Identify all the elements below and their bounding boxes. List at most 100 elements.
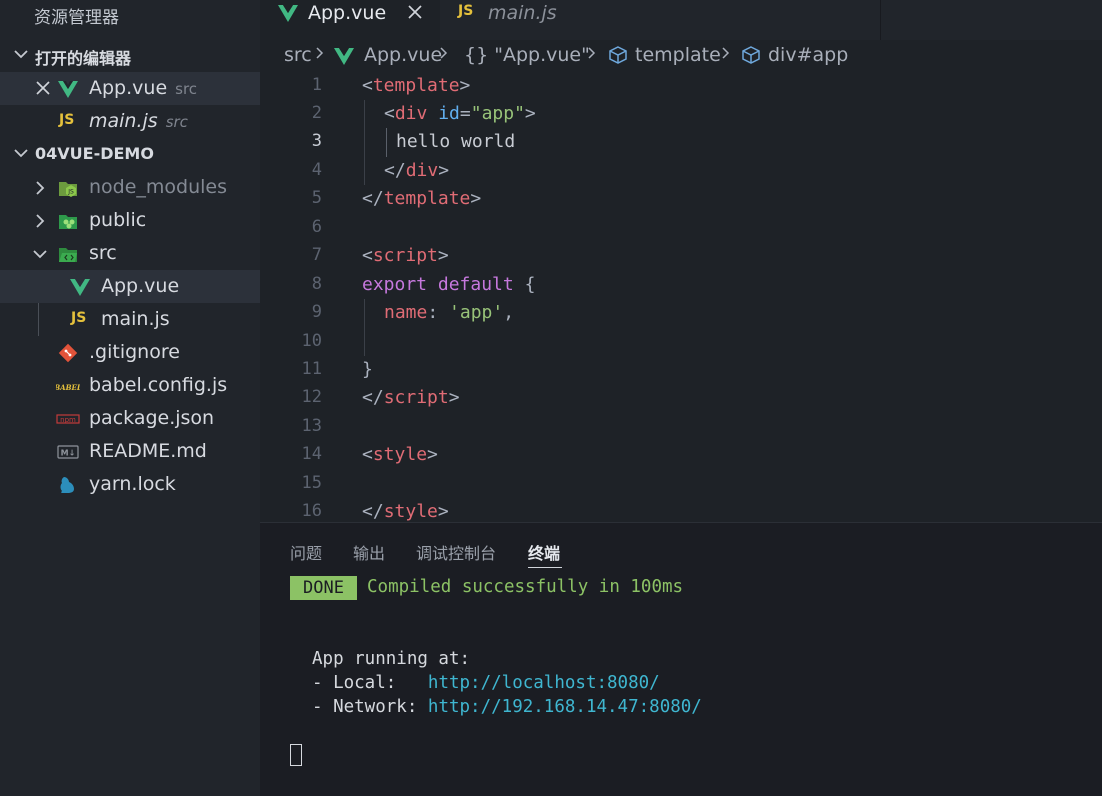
explorer-sidebar: 资源管理器 打开的编辑器 App.vue src JS main.js src 04…	[0, 0, 260, 796]
node-folder-icon: JS	[59, 182, 77, 197]
code-line: 1 <template>	[260, 72, 1102, 100]
chevron-right-icon	[440, 47, 448, 59]
token: script	[372, 245, 438, 266]
token: >	[448, 387, 460, 408]
code-line: 13	[260, 413, 1102, 441]
tree-item-label: babel.config.js	[89, 374, 228, 396]
line-number: 10	[301, 331, 322, 351]
babel-icon: BABEL	[56, 383, 80, 392]
tree-item-public[interactable]: public	[0, 204, 260, 237]
code-text: }	[362, 359, 373, 380]
node-icon-text: JS	[67, 189, 74, 196]
tree-item-yarn-lock[interactable]: yarn.lock	[0, 468, 260, 501]
vue-icon	[70, 279, 90, 296]
line-number: 13	[301, 416, 322, 436]
public-folder-icon	[59, 215, 77, 229]
tab-app-vue[interactable]: App.vue	[260, 0, 440, 40]
line-number: 7	[311, 245, 322, 265]
network-url-link[interactable]: http://192.168.14.47:8080/	[428, 697, 702, 717]
open-editor-item-main-js[interactable]: JS main.js src	[0, 105, 260, 138]
token: id	[438, 103, 460, 124]
code-line: 4 </div>	[260, 157, 1102, 185]
breadcrumb-file[interactable]: App.vue	[364, 44, 442, 66]
breadcrumb-module[interactable]: {} "App.vue"	[464, 44, 590, 66]
vue-icon	[58, 81, 78, 98]
local-url-link[interactable]: http://localhost:8080/	[428, 673, 660, 693]
token: >	[470, 188, 482, 209]
open-editor-item-app-vue[interactable]: App.vue src	[0, 72, 260, 105]
breadcrumb: src App.vue {} "App.vue" template div#ap…	[260, 40, 1102, 72]
breadcrumb-div-app[interactable]: div#app	[768, 44, 848, 66]
line-number: 3	[311, 131, 322, 151]
chevron-down-icon	[14, 149, 28, 158]
tree-item-app-vue[interactable]: App.vue	[0, 270, 260, 303]
panel-tab-output[interactable]: 输出	[353, 540, 385, 564]
token: <	[362, 75, 373, 96]
markdown-icon: M↓	[57, 445, 79, 459]
close-icon[interactable]	[407, 4, 423, 20]
code-text: export default {	[362, 274, 535, 295]
token: {	[513, 274, 536, 295]
code-line: 6	[260, 214, 1102, 242]
code-line: 10	[260, 328, 1102, 356]
tab-label: main.js	[488, 2, 557, 24]
code-line: 14 <style>	[260, 441, 1102, 469]
code-text: <template>	[362, 75, 470, 96]
code-text: </style>	[362, 501, 449, 522]
babel-icon-text: BABEL	[56, 383, 80, 392]
tree-item-babel-config[interactable]: BABEL babel.config.js	[0, 369, 260, 402]
token: <	[362, 444, 373, 465]
breadcrumb-src[interactable]: src	[284, 44, 312, 66]
tree-item-readme[interactable]: M↓ README.md	[0, 435, 260, 468]
code-text: </script>	[362, 387, 460, 408]
tab-main-js[interactable]: JS main.js	[440, 0, 620, 40]
token: </	[362, 188, 384, 209]
token: >	[438, 160, 450, 181]
tree-item-package-json[interactable]: npm package.json	[0, 402, 260, 435]
tree-item-gitignore[interactable]: .gitignore	[0, 336, 260, 369]
panel-tab-problems[interactable]: 问题	[290, 540, 322, 564]
breadcrumb-template[interactable]: template	[635, 44, 721, 66]
token: :	[427, 302, 450, 323]
tab-label: App.vue	[308, 2, 387, 24]
tree-item-node-modules[interactable]: JS node_modules	[0, 171, 260, 204]
line-number: 14	[301, 444, 322, 464]
open-editor-name: App.vue	[89, 77, 168, 99]
tree-item-label: README.md	[89, 440, 207, 462]
line-number: 6	[311, 217, 322, 237]
bottom-panel: 问题 输出 调试控制台 终端 DONE Compiled successfull…	[260, 522, 1102, 796]
terminal-network-line: - Network: http://192.168.14.47:8080/	[312, 697, 702, 717]
code-line: 7 <script>	[260, 242, 1102, 270]
tree-item-label: node_modules	[89, 176, 228, 198]
markdown-icon-text: M↓	[61, 449, 76, 458]
tab-separator	[880, 0, 881, 40]
panel-tab-terminal[interactable]: 终端	[528, 540, 560, 564]
tree-item-label: public	[89, 209, 147, 231]
done-badge: DONE	[290, 576, 357, 600]
token: div	[394, 103, 428, 124]
yarn-icon	[60, 477, 74, 493]
open-editors-header[interactable]: 打开的编辑器	[0, 39, 260, 71]
js-icon: JS	[59, 112, 75, 128]
token: template	[383, 188, 471, 209]
terminal-cursor[interactable]	[290, 744, 302, 766]
tree-item-label: App.vue	[101, 275, 180, 297]
tree-item-src[interactable]: src	[0, 237, 260, 270]
terminal-running-line: App running at:	[312, 649, 471, 669]
token: name	[384, 302, 428, 323]
code-text: <div id="app">	[384, 103, 536, 124]
project-folder-header[interactable]: 04VUE-DEMO	[0, 138, 260, 170]
token: >	[427, 444, 438, 465]
panel-tab-debug-console[interactable]: 调试控制台	[416, 540, 496, 564]
tree-item-main-js[interactable]: JS main.js	[0, 303, 260, 336]
js-icon: JS	[71, 310, 87, 326]
token: </	[384, 160, 406, 181]
token: template	[372, 75, 460, 96]
code-editor[interactable]: 1 <template> 2 <div id="app"> 3 hello wo…	[260, 72, 1102, 522]
token: <	[362, 245, 373, 266]
line-number: 11	[301, 359, 322, 379]
close-icon[interactable]	[35, 80, 51, 96]
tree-item-label: main.js	[101, 308, 170, 330]
token: ,	[503, 302, 515, 323]
token: >	[437, 501, 449, 522]
